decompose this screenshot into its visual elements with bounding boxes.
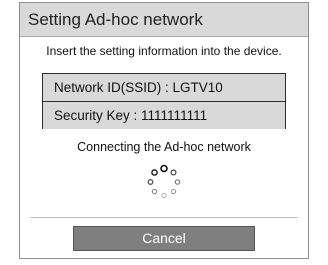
security-key-row: Security Key : 1111111111 [43, 101, 285, 129]
footer-divider [30, 217, 298, 218]
spinner-dot [151, 188, 158, 195]
instruction-text: Insert the setting information into the … [46, 44, 282, 58]
dialog-title: Setting Ad-hoc network [28, 10, 203, 29]
network-info-box: Network ID(SSID) : LGTV10 Security Key :… [42, 73, 286, 129]
spinner-dot [160, 164, 168, 173]
spinner-dot [170, 169, 177, 176]
network-id-row: Network ID(SSID) : LGTV10 [43, 74, 285, 101]
spinner-dot [174, 179, 181, 185]
loading-spinner-icon [147, 164, 181, 199]
dialog-title-bar: Setting Ad-hoc network [20, 3, 308, 37]
spinner-dot [147, 179, 154, 185]
cancel-button[interactable]: Cancel [73, 226, 255, 251]
spinner-dot [151, 169, 158, 176]
connection-status-text: Connecting the Ad-hoc network [77, 140, 251, 154]
spinner-dot [170, 188, 177, 195]
spinner-dot [161, 192, 167, 199]
adhoc-network-dialog: Setting Ad-hoc network Insert the settin… [19, 2, 309, 259]
